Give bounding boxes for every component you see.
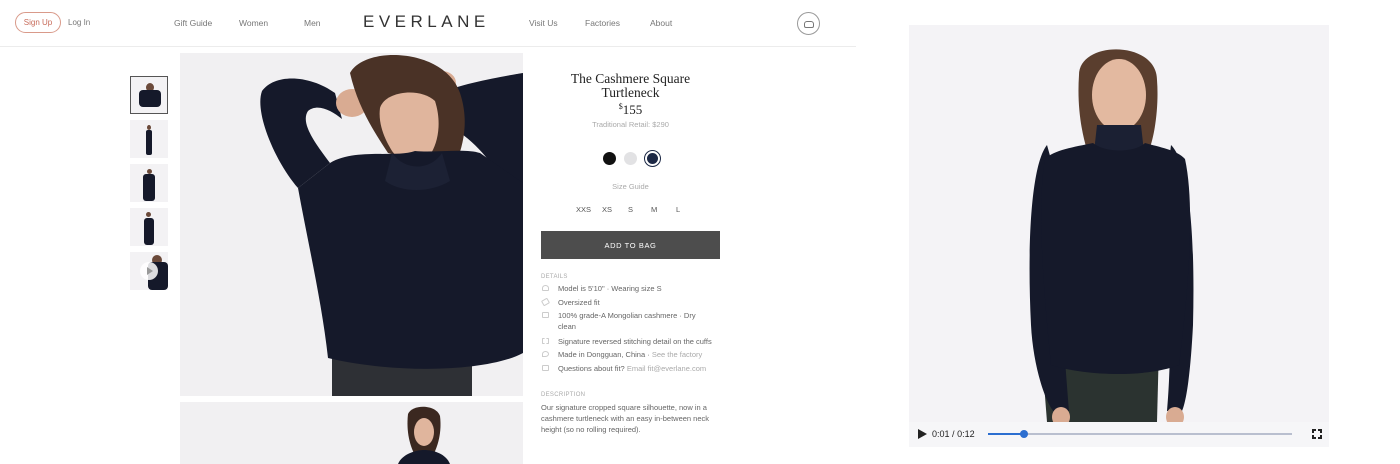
- nav-about[interactable]: About: [650, 18, 672, 28]
- ruler-icon: [540, 297, 551, 307]
- detail-fit: Oversized fit: [558, 298, 600, 307]
- size-m[interactable]: M: [651, 205, 657, 214]
- log-in-link[interactable]: Log In: [68, 18, 90, 27]
- detail-material: 100% grade-A Mongolian cashmere · Dry cl…: [558, 311, 696, 331]
- sign-up-button[interactable]: Sign Up: [15, 12, 61, 33]
- size-xxs[interactable]: XXS: [576, 205, 591, 214]
- detail-made-in: Made in Dongguan, China · See the factor…: [558, 350, 703, 359]
- video-progress-track[interactable]: [988, 430, 1292, 438]
- thumbnail-3[interactable]: [130, 164, 168, 202]
- nav-women[interactable]: Women: [239, 18, 268, 28]
- color-swatch-black[interactable]: [603, 152, 616, 165]
- detail-stitching: Signature reversed stitching detail on t…: [558, 337, 712, 346]
- product-title: The Cashmere Square Turtleneck: [570, 71, 691, 100]
- stitch-icon: [542, 338, 549, 344]
- product-video[interactable]: [909, 25, 1329, 447]
- add-to-bag-button[interactable]: ADD TO BAG: [541, 231, 720, 259]
- cart-button[interactable]: [797, 12, 820, 35]
- nav-visit-us[interactable]: Visit Us: [529, 18, 558, 28]
- color-swatch-navy-selected[interactable]: [644, 150, 661, 167]
- video-controls: 0:01 / 0:12: [909, 422, 1329, 447]
- everlane-logo[interactable]: EVERLANE: [363, 12, 490, 32]
- email-fit-link[interactable]: Email fit@everlane.com: [627, 364, 706, 373]
- size-s[interactable]: S: [628, 205, 633, 214]
- model-photo-illustration-2: [180, 402, 523, 464]
- mail-icon: [542, 365, 549, 371]
- video-progress-fill: [988, 433, 1025, 435]
- size-l[interactable]: L: [676, 205, 680, 214]
- person-icon: [542, 285, 549, 291]
- fullscreen-icon[interactable]: [1312, 429, 1322, 439]
- size-xs[interactable]: XS: [602, 205, 612, 214]
- video-time: 0:01 / 0:12: [932, 429, 975, 439]
- model-photo-illustration: [180, 53, 523, 396]
- product-description: Our signature cropped square silhouette,…: [541, 403, 710, 434]
- play-icon: [140, 262, 158, 280]
- thumbnail-1[interactable]: [130, 76, 168, 114]
- nav-factories[interactable]: Factories: [585, 18, 620, 28]
- product-price: $155: [618, 102, 643, 117]
- nav-men[interactable]: Men: [304, 18, 321, 28]
- video-scrubber-handle[interactable]: [1020, 430, 1029, 438]
- secondary-product-photo[interactable]: [180, 402, 523, 464]
- bag-icon: [804, 21, 814, 28]
- location-pin-icon: [542, 351, 549, 357]
- sweater-shape: [139, 90, 161, 107]
- detail-model: Model is 5'10" · Wearing size S: [558, 284, 662, 293]
- video-frame-illustration: [909, 25, 1329, 427]
- see-factory-link[interactable]: See the factory: [652, 350, 702, 359]
- fabric-icon: [542, 312, 549, 318]
- description-heading: DESCRIPTION: [541, 392, 586, 398]
- traditional-retail: Traditional Retail: $290: [592, 120, 669, 129]
- size-guide-link[interactable]: Size Guide: [541, 182, 720, 191]
- detail-questions: Questions about fit? Email fit@everlane.…: [558, 364, 707, 373]
- play-button-icon[interactable]: [918, 429, 927, 439]
- details-heading: DETAILS: [541, 274, 568, 280]
- nav-gift-guide[interactable]: Gift Guide: [174, 18, 212, 28]
- color-swatch-light-grey[interactable]: [624, 152, 637, 165]
- main-product-photo[interactable]: [180, 53, 523, 396]
- thumbnail-video[interactable]: [130, 252, 168, 290]
- thumbnail-4[interactable]: [130, 208, 168, 246]
- thumbnail-2[interactable]: [130, 120, 168, 158]
- site-header: Sign Up Log In Gift Guide Women Men EVER…: [0, 0, 856, 47]
